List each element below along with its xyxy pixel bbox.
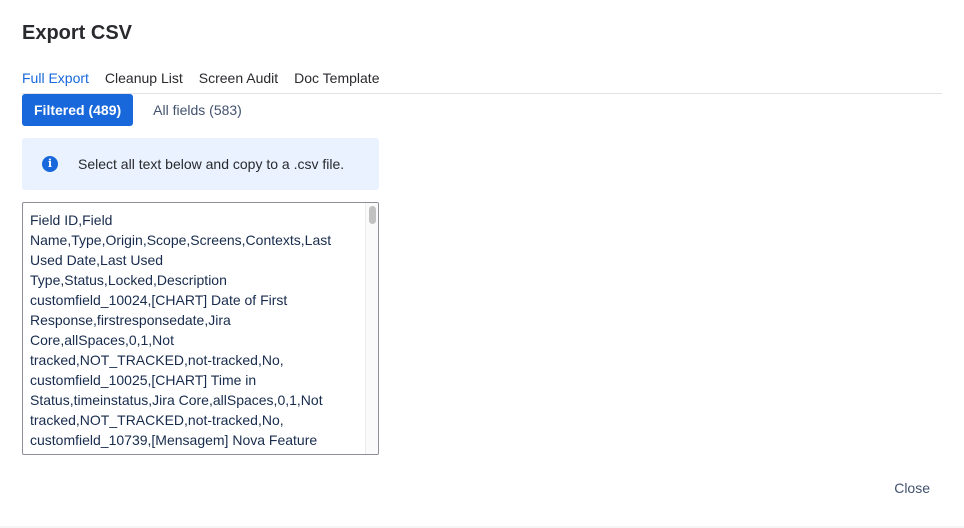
csv-content[interactable]: Field ID,Field Name,Type,Origin,Scope,Sc…: [23, 203, 366, 454]
tab-screen-audit[interactable]: Screen Audit: [199, 68, 294, 94]
scrollbar-thumb[interactable]: [369, 206, 376, 224]
info-text: Select all text below and copy to a .csv…: [78, 156, 345, 172]
csv-textarea[interactable]: Field ID,Field Name,Type,Origin,Scope,Sc…: [22, 202, 379, 455]
tab-doc-template[interactable]: Doc Template: [294, 68, 395, 94]
export-tabs: Full Export Cleanup List Screen Audit Do…: [22, 68, 942, 94]
info-icon: i: [42, 156, 58, 172]
filtered-button[interactable]: Filtered (489): [22, 94, 134, 126]
tab-cleanup-list[interactable]: Cleanup List: [105, 68, 199, 94]
info-banner: i Select all text below and copy to a .c…: [22, 138, 379, 190]
field-scope-toggle: Filtered (489) All fields (583): [22, 94, 262, 126]
tab-full-export[interactable]: Full Export: [22, 68, 105, 94]
csv-scrollbar[interactable]: [365, 203, 378, 454]
export-csv-dialog: Export CSV Full Export Cleanup List Scre…: [0, 0, 964, 528]
close-button[interactable]: Close: [894, 478, 930, 498]
dialog-title: Export CSV: [22, 22, 133, 44]
all-fields-button[interactable]: All fields (583): [141, 94, 254, 126]
